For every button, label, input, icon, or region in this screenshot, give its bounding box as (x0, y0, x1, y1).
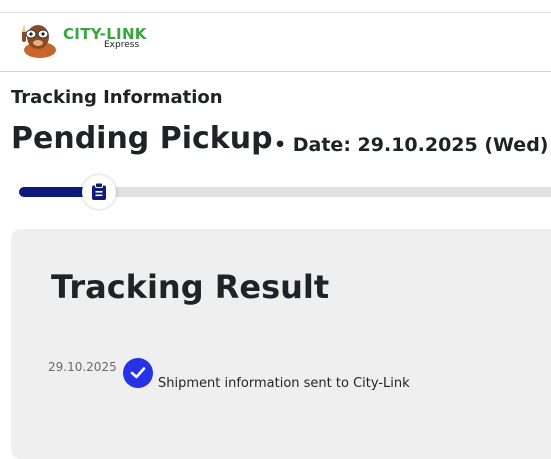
event-status-badge (123, 358, 153, 388)
logo-sub-text: Express (104, 40, 140, 50)
dog-mascot-icon (22, 24, 56, 58)
header-divider (0, 71, 551, 72)
event-description: Shipment information sent to City-Link (158, 376, 410, 391)
status-date: • Date: 29.10.2025 (Wed) (274, 134, 549, 156)
shipment-status: Pending Pickup (11, 121, 273, 156)
tracking-result-title: Tracking Result (51, 268, 330, 306)
tracking-result-panel (11, 229, 551, 459)
event-date: 29.10.2025 (48, 360, 117, 374)
tracking-info-heading: Tracking Information (11, 87, 223, 108)
progress-step-marker (82, 175, 116, 209)
clipboard-icon (92, 183, 106, 200)
check-icon (130, 367, 146, 379)
